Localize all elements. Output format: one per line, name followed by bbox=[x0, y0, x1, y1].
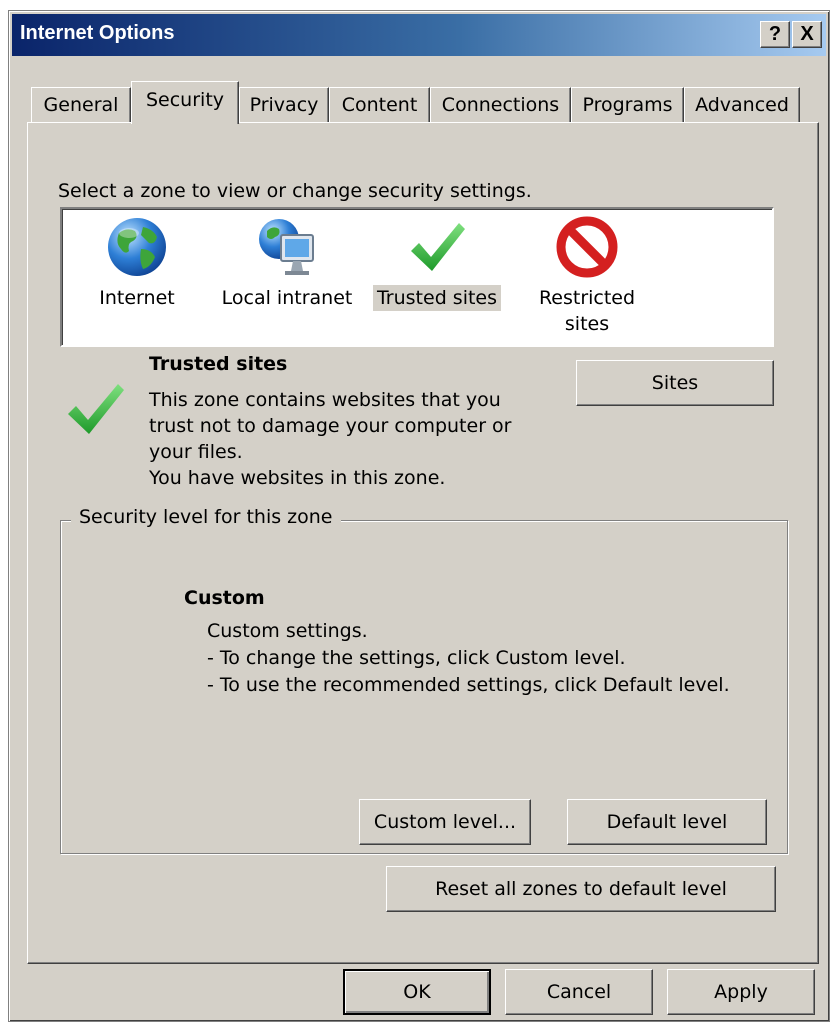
checkmark-icon bbox=[411, 223, 465, 271]
restricted-circle-icon bbox=[556, 216, 618, 278]
trusted-checkmark-icon bbox=[68, 384, 124, 434]
tab-general[interactable]: General bbox=[31, 87, 131, 122]
tab-privacy[interactable]: Privacy bbox=[239, 87, 329, 122]
security-level-group: Security level for this zone Custom Cust… bbox=[60, 506, 788, 854]
custom-level-button[interactable]: Custom level... bbox=[359, 799, 531, 845]
zone-restricted-sites[interactable]: Restricted sites bbox=[512, 215, 662, 337]
zone-label: Local intranet bbox=[221, 287, 353, 309]
tab-advanced[interactable]: Advanced bbox=[684, 87, 800, 122]
security-tab-panel: Select a zone to view or change security… bbox=[27, 122, 819, 964]
tab-content[interactable]: Content bbox=[329, 87, 430, 122]
zone-trusted-sites[interactable]: Trusted sites bbox=[362, 215, 512, 311]
zone-prompt: Select a zone to view or change security… bbox=[58, 180, 532, 202]
group-legend: Security level for this zone bbox=[71, 506, 341, 528]
security-level-name: Custom bbox=[184, 587, 265, 609]
tab-strip: General Security Privacy Content Connect… bbox=[29, 81, 819, 124]
apply-button[interactable]: Apply bbox=[667, 969, 815, 1015]
selected-zone-title: Trusted sites bbox=[149, 353, 288, 375]
tab-programs[interactable]: Programs bbox=[571, 87, 684, 122]
zone-label: Trusted sites bbox=[372, 285, 502, 311]
sites-button[interactable]: Sites bbox=[576, 360, 774, 406]
tab-security[interactable]: Security bbox=[131, 81, 239, 124]
title-bar[interactable]: Internet Options ? X bbox=[12, 14, 826, 56]
globe-icon bbox=[108, 218, 166, 276]
close-button[interactable]: X bbox=[792, 21, 822, 48]
security-level-description: Custom settings. - To change the setting… bbox=[207, 620, 730, 696]
internet-options-dialog: Internet Options ? X General Security Pr… bbox=[8, 10, 830, 1022]
help-button[interactable]: ? bbox=[760, 21, 790, 48]
zone-label: Restricted sites bbox=[538, 287, 636, 335]
zone-label: Internet bbox=[99, 287, 175, 309]
help-icon: ? bbox=[768, 23, 782, 45]
zone-internet[interactable]: Internet bbox=[62, 215, 212, 311]
ok-button[interactable]: OK bbox=[343, 969, 491, 1015]
selected-zone-description: This zone contains websites that you tru… bbox=[149, 389, 512, 489]
zone-local-intranet[interactable]: Local intranet bbox=[212, 215, 362, 311]
zone-list: Internet Local intranet Trusted sites Re… bbox=[60, 207, 774, 347]
intranet-monitor-globe-icon bbox=[259, 219, 314, 275]
cancel-button[interactable]: Cancel bbox=[505, 969, 653, 1015]
reset-all-zones-button[interactable]: Reset all zones to default level bbox=[386, 866, 776, 912]
default-level-button[interactable]: Default level bbox=[567, 799, 767, 845]
tab-connections[interactable]: Connections bbox=[430, 87, 571, 122]
close-icon: X bbox=[800, 23, 814, 45]
window-title: Internet Options bbox=[20, 22, 175, 44]
